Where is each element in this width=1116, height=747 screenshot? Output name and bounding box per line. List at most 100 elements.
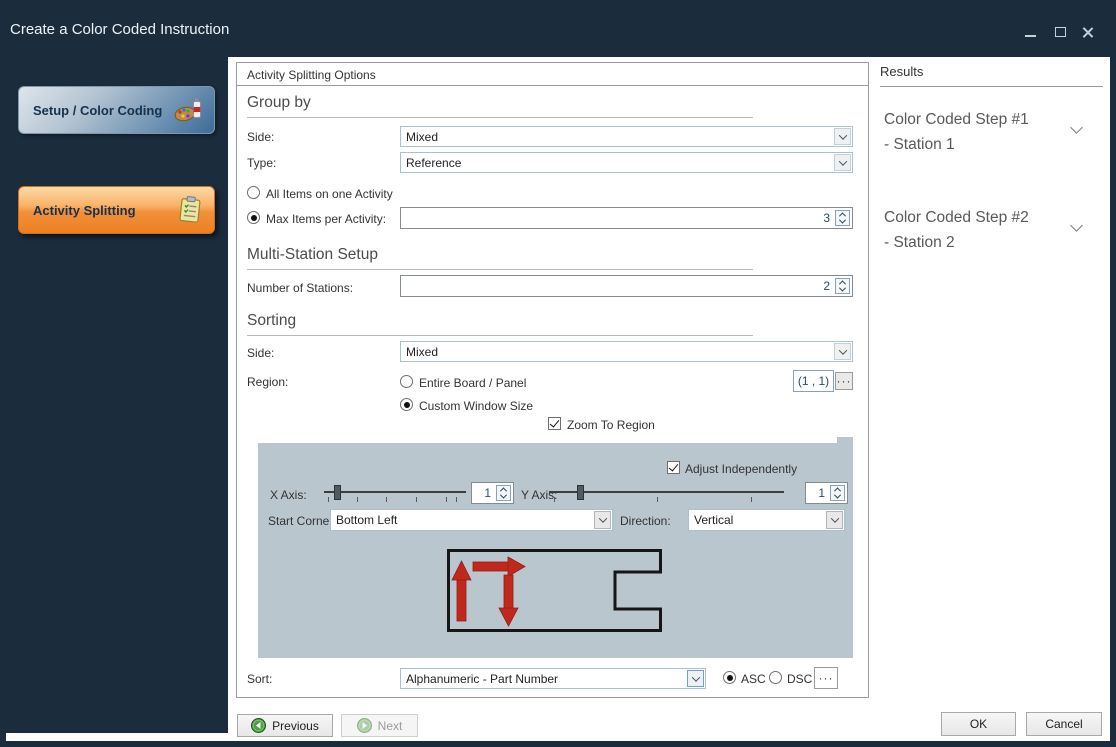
custom-window-radio[interactable] xyxy=(400,398,413,411)
palette-spray-icon xyxy=(174,97,204,123)
serpentine-direction-diagram xyxy=(447,549,662,632)
x-axis-value: 1 xyxy=(484,486,491,500)
result-item-step1[interactable]: Color Coded Step #1 - Station 1 xyxy=(884,107,1104,157)
result-item-subtitle: - Station 1 xyxy=(884,132,1104,157)
sorting-side-select[interactable]: Mixed xyxy=(400,341,853,362)
sort-asc-radio[interactable] xyxy=(723,671,736,684)
sort-asc-label[interactable]: ASC xyxy=(741,672,766,686)
custom-window-radio-label[interactable]: Custom Window Size xyxy=(419,399,533,413)
chevron-down-icon[interactable] xyxy=(834,154,851,171)
adjust-independently-checkbox[interactable] xyxy=(667,461,680,474)
type-selected-value: Reference xyxy=(406,156,461,170)
next-button[interactable]: Next xyxy=(341,714,418,737)
group-by-heading: Group by xyxy=(247,94,311,112)
all-items-radio-label[interactable]: All Items on one Activity xyxy=(266,187,393,201)
x-axis-input[interactable]: 1 xyxy=(471,482,514,504)
setup-color-coding-label: Setup / Color Coding xyxy=(19,103,174,118)
stations-label: Number of Stations: xyxy=(247,281,353,295)
direction-selected-value: Vertical xyxy=(694,513,733,527)
maximize-icon xyxy=(1055,27,1066,37)
zoom-to-region-label[interactable]: Zoom To Region xyxy=(567,418,655,432)
previous-button[interactable]: Previous xyxy=(237,714,333,737)
multi-station-divider xyxy=(247,269,753,270)
spinner-updown-icon[interactable] xyxy=(835,278,850,294)
result-item-subtitle: - Station 2 xyxy=(884,230,1104,255)
activity-splitting-label: Activity Splitting xyxy=(19,203,178,218)
direction-label: Direction: xyxy=(620,514,671,528)
sort-dsc-label[interactable]: DSC xyxy=(787,672,812,686)
green-back-circle-icon xyxy=(251,718,266,733)
start-corner-selected-value: Bottom Left xyxy=(336,513,397,527)
chevron-down-icon[interactable] xyxy=(834,128,851,145)
sort-more-button[interactable]: ··· xyxy=(814,667,838,689)
chevron-down-icon[interactable] xyxy=(834,343,851,360)
ok-button-label: OK xyxy=(970,717,987,731)
close-button[interactable] xyxy=(1077,22,1099,42)
close-icon xyxy=(1082,26,1094,38)
y-axis-value: 1 xyxy=(818,486,825,500)
spinner-updown-icon[interactable] xyxy=(830,485,845,501)
slider-track xyxy=(324,491,466,493)
groupbox-title-divider xyxy=(237,85,868,86)
sort-selected-value: Alphanumeric - Part Number xyxy=(406,672,558,686)
sorting-heading: Sorting xyxy=(247,312,296,330)
entire-board-radio[interactable] xyxy=(400,375,413,388)
content-panel-bottom-strip xyxy=(6,733,228,741)
group-by-divider xyxy=(247,117,753,118)
y-axis-slider[interactable] xyxy=(549,483,784,503)
sort-select[interactable]: Alphanumeric - Part Number xyxy=(400,668,706,689)
chevron-down-icon[interactable] xyxy=(594,511,611,529)
type-label: Type: xyxy=(247,156,276,170)
cancel-button-label: Cancel xyxy=(1045,717,1082,731)
region-coordinate-value: (1 , 1) xyxy=(798,374,829,388)
max-items-radio[interactable] xyxy=(247,211,260,224)
stations-value: 2 xyxy=(823,279,830,293)
dialog-window: Create a Color Coded Instruction Setup /… xyxy=(0,0,1116,747)
sidebar-item-activity-splitting[interactable]: Activity Splitting xyxy=(18,186,215,234)
chevron-down-icon[interactable] xyxy=(687,670,704,687)
sort-dsc-radio[interactable] xyxy=(769,671,782,684)
max-items-radio-label[interactable]: Max Items per Activity: xyxy=(266,212,386,226)
minimize-icon xyxy=(1025,35,1036,37)
group-by-side-select[interactable]: Mixed xyxy=(400,126,853,147)
direction-select[interactable]: Vertical xyxy=(688,509,845,531)
sorting-side-label: Side: xyxy=(247,346,274,360)
sort-label: Sort: xyxy=(247,672,272,686)
region-coordinate-box: (1 , 1) xyxy=(793,370,834,392)
window-title: Create a Color Coded Instruction xyxy=(10,21,229,38)
stations-input[interactable]: 2 xyxy=(400,275,853,297)
max-items-input[interactable]: 3 xyxy=(400,207,853,229)
maximize-button[interactable] xyxy=(1049,22,1071,42)
y-axis-input[interactable]: 1 xyxy=(805,482,848,504)
results-heading: Results xyxy=(880,64,923,79)
side-selected-value: Mixed xyxy=(406,130,438,144)
all-items-radio[interactable] xyxy=(247,186,260,199)
start-corner-select[interactable]: Bottom Left xyxy=(330,509,613,531)
groupbox-title: Activity Splitting Options xyxy=(247,68,376,82)
region-more-button[interactable]: ··· xyxy=(835,372,853,390)
entire-board-radio-label[interactable]: Entire Board / Panel xyxy=(419,376,526,390)
green-forward-circle-icon xyxy=(357,718,372,733)
sorting-divider xyxy=(247,335,753,336)
adjust-independently-label[interactable]: Adjust Independently xyxy=(685,462,797,476)
start-corner-label: Start Corner: xyxy=(268,514,337,528)
max-items-value: 3 xyxy=(823,211,830,225)
previous-button-label: Previous xyxy=(272,719,319,733)
cancel-button[interactable]: Cancel xyxy=(1026,712,1102,736)
zoom-to-region-checkbox[interactable] xyxy=(548,417,561,430)
group-by-type-select[interactable]: Reference xyxy=(400,152,853,173)
spinner-updown-icon[interactable] xyxy=(496,485,511,501)
y-axis-slider-thumb[interactable] xyxy=(577,485,584,500)
spinner-updown-icon[interactable] xyxy=(835,210,850,226)
results-divider xyxy=(880,86,1103,87)
ok-button[interactable]: OK xyxy=(941,712,1016,736)
result-item-step2[interactable]: Color Coded Step #2 - Station 2 xyxy=(884,205,1104,255)
x-axis-slider[interactable] xyxy=(324,483,466,503)
chevron-down-icon[interactable] xyxy=(826,511,843,529)
x-axis-label: X Axis: xyxy=(270,488,307,502)
region-label: Region: xyxy=(247,375,288,389)
clipboard-icon xyxy=(178,196,204,224)
x-axis-slider-thumb[interactable] xyxy=(334,485,341,500)
minimize-button[interactable] xyxy=(1019,22,1041,42)
sidebar-item-setup-color-coding[interactable]: Setup / Color Coding xyxy=(18,86,215,134)
